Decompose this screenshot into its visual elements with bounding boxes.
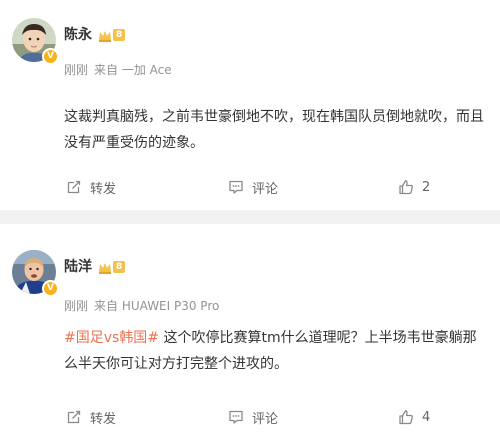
thumbs-up-icon	[399, 180, 413, 195]
crown-icon	[99, 262, 111, 274]
author-name[interactable]: 陈永	[64, 26, 92, 44]
vip-level-number: 8	[113, 29, 125, 41]
repost-icon	[67, 180, 81, 194]
post-meta: 刚刚 来自 HUAWEI P30 Pro	[64, 298, 219, 314]
post-time: 刚刚	[64, 299, 89, 313]
comment-button[interactable]: 评论	[228, 406, 278, 428]
repost-label: 转发	[90, 181, 117, 197]
author-row: 陆洋 8	[64, 258, 125, 276]
post-separator	[0, 210, 500, 224]
like-count: 4	[422, 409, 431, 425]
vip-level-badge[interactable]: 8	[98, 260, 125, 274]
avatar[interactable]: V	[12, 18, 59, 65]
post-content: #国足vs韩国# 这个吹停比赛算tm什么道理呢？上半场韦世豪躺那么半天你可让对方…	[64, 325, 488, 377]
weibo-post: V 陈永 8 刚刚 来自 一加 Ace 这裁判真脑残，之前韦世豪倒地不吹，现在韩…	[0, 0, 500, 210]
verified-v-icon: V	[42, 48, 59, 65]
crown-icon	[99, 30, 111, 42]
action-bar: 转发 评论 2	[0, 176, 500, 198]
comment-icon	[229, 410, 243, 424]
author-row: 陈永 8	[64, 26, 125, 44]
post-content: 这裁判真脑残，之前韦世豪倒地不吹，现在韩国队员倒地就吹，而且没有严重受伤的迹象。	[64, 109, 484, 151]
author-name[interactable]: 陆洋	[64, 258, 92, 276]
comment-button[interactable]: 评论	[228, 176, 278, 198]
like-button[interactable]: 2	[398, 176, 430, 198]
avatar[interactable]: V	[12, 250, 59, 297]
thumbs-up-icon	[399, 410, 413, 425]
post-meta: 刚刚 来自 一加 Ace	[64, 62, 172, 78]
comment-icon	[229, 180, 243, 194]
vip-level-badge[interactable]: 8	[98, 28, 125, 42]
post-time: 刚刚	[64, 63, 89, 77]
action-bar: 转发 评论 4	[0, 406, 500, 428]
post-source: 来自 一加 Ace	[94, 63, 172, 77]
comment-label: 评论	[252, 181, 279, 197]
verified-v-icon: V	[42, 280, 59, 297]
vip-level-number: 8	[113, 261, 125, 273]
post-source: 来自 HUAWEI P30 Pro	[94, 299, 220, 313]
hashtag-link[interactable]: #国足vs韩国#	[64, 330, 159, 346]
repost-icon	[67, 410, 81, 424]
repost-label: 转发	[90, 411, 117, 427]
weibo-post: V 陆洋 8 刚刚 来自 HUAWEI P30 Pro #国足vs韩国# 这个吹…	[0, 224, 500, 440]
repost-button[interactable]: 转发	[66, 176, 116, 198]
like-count: 2	[422, 179, 431, 195]
comment-label: 评论	[252, 411, 279, 427]
like-button[interactable]: 4	[398, 406, 430, 428]
repost-button[interactable]: 转发	[66, 406, 116, 428]
